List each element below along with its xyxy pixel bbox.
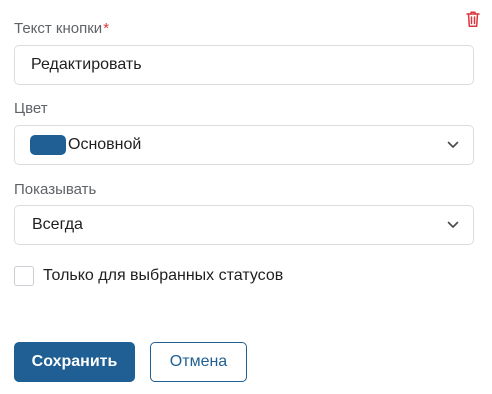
color-select-value: Основной: [68, 136, 142, 153]
show-select-value: Всегда: [32, 216, 83, 233]
button-text-value: Редактировать: [31, 56, 142, 73]
cancel-button[interactable]: Отмена: [150, 342, 247, 382]
button-text-label: Текст кнопки*: [14, 20, 110, 37]
required-mark: *: [103, 20, 110, 37]
chevron-down-icon: [447, 221, 459, 228]
button-settings-form: Текст кнопки* Редактировать Цвет Основно…: [0, 0, 492, 394]
only-selected-statuses-row: Только для выбранных статусов: [14, 266, 283, 286]
chevron-down-icon: [447, 141, 459, 148]
show-label: Показывать: [14, 181, 97, 198]
only-selected-statuses-label: Только для выбранных статусов: [43, 267, 284, 284]
color-label: Цвет: [14, 100, 48, 117]
color-swatch: [30, 135, 66, 155]
save-button[interactable]: Сохранить: [14, 342, 135, 382]
trash-icon[interactable]: [465, 10, 481, 28]
show-select[interactable]: Всегда: [14, 205, 474, 245]
only-selected-statuses-checkbox[interactable]: [14, 266, 34, 286]
color-select[interactable]: Основной: [14, 125, 474, 165]
button-text-input[interactable]: Редактировать: [14, 45, 474, 85]
